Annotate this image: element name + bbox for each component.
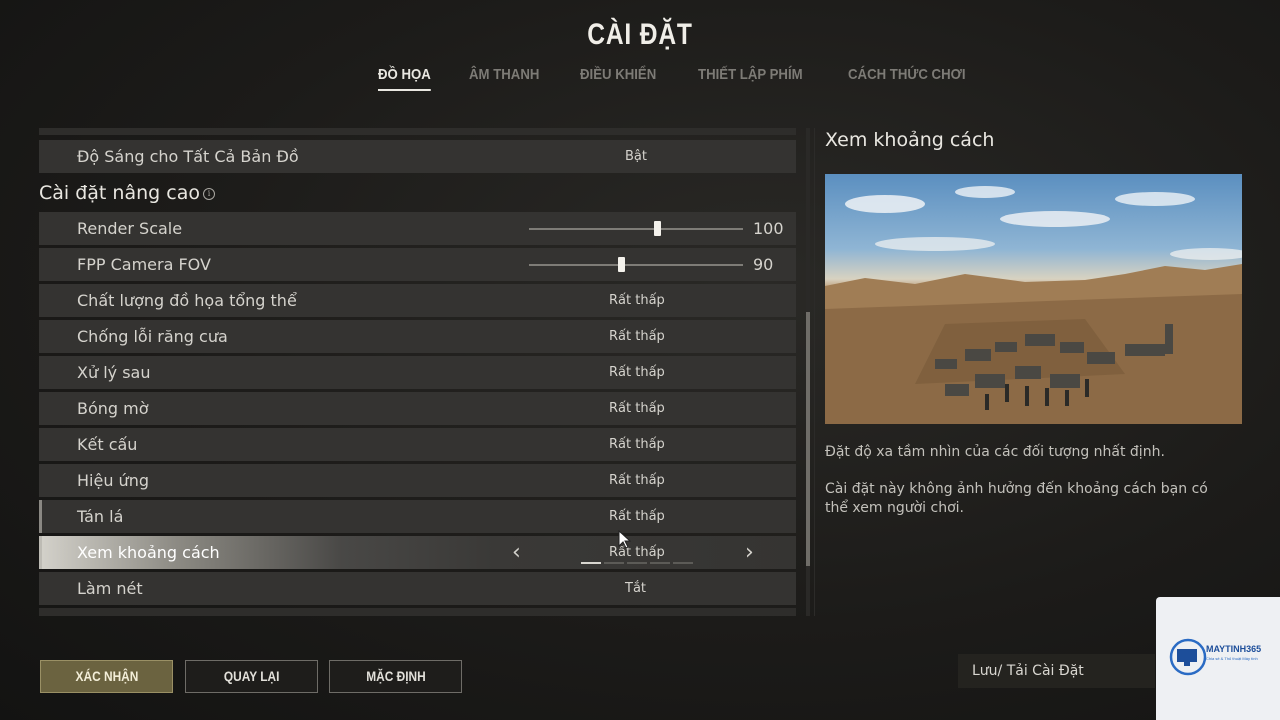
level-segment <box>650 562 670 564</box>
setting-value: Rất thấp <box>609 509 665 524</box>
settings-list: Độ Sáng cho Tất Cả Bản Đồ Bật Cài đặt nâ… <box>39 128 797 616</box>
section-heading-advanced: Cài đặt nâng cao i <box>39 182 215 204</box>
back-button[interactable]: QUAY LẠI <box>185 660 318 693</box>
setting-row-fpp-fov[interactable]: FPP Camera FOV 90 <box>39 248 796 281</box>
detail-description-2: Cài đặt này không ảnh hưởng đến khoảng c… <box>825 481 1208 516</box>
confirm-button[interactable]: XÁC NHẬN <box>40 660 173 693</box>
section-heading-label: Cài đặt nâng cao <box>39 182 200 204</box>
setting-label: Độ Sáng cho Tất Cả Bản Đồ <box>77 147 299 166</box>
settings-row-partial[interactable] <box>39 128 796 135</box>
setting-row-effects[interactable]: Hiệu ứng Rất thấp <box>39 464 796 497</box>
page-title: CÀI ĐẶT <box>587 18 693 51</box>
setting-value: Rất thấp <box>609 437 665 452</box>
tab-controls[interactable]: ĐIỀU KHIỂN <box>580 66 656 91</box>
setting-row-shadows[interactable]: Bóng mờ Rất thấp <box>39 392 796 425</box>
fpp-fov-slider-thumb[interactable] <box>618 257 626 272</box>
setting-label: Render Scale <box>77 219 183 238</box>
setting-label: Xem khoảng cách <box>77 543 220 562</box>
save-load-settings-button[interactable]: Lưu/ Tải Cài Đặt <box>958 654 1155 688</box>
settings-tabs: ĐỒ HỌA ÂM THANH ĐIỀU KHIỂN THIẾT LẬP PHÍ… <box>378 66 1012 91</box>
setting-row-view-distance[interactable]: Xem khoảng cách ‹ Rất thấp › <box>39 536 796 569</box>
tab-key-bindings[interactable]: THIẾT LẬP PHÍM <box>698 66 803 91</box>
fpp-fov-value: 90 <box>753 255 774 274</box>
setting-value: Tắt <box>625 581 647 596</box>
setting-label: Làm nét <box>77 579 143 598</box>
info-icon[interactable]: i <box>202 187 215 200</box>
save-load-label: Lưu/ Tải Cài Đặt <box>972 663 1084 679</box>
setting-value: Bật <box>625 149 647 164</box>
settings-scrollbar[interactable] <box>806 128 810 616</box>
view-distance-level-indicator <box>581 562 693 564</box>
setting-label: Chống lỗi răng cưa <box>77 327 228 346</box>
setting-row-overall-quality[interactable]: Chất lượng đồ họa tổng thể Rất thấp <box>39 284 796 317</box>
setting-label: Tán lá <box>77 507 124 526</box>
chevron-left-icon[interactable]: ‹ <box>512 540 521 565</box>
panel-divider <box>814 128 815 616</box>
setting-row-anti-aliasing[interactable]: Chống lỗi răng cưa Rất thấp <box>39 320 796 353</box>
preview-image <box>825 174 1242 424</box>
setting-label: Kết cấu <box>77 435 138 454</box>
confirm-button-label: XÁC NHẬN <box>75 668 138 684</box>
setting-row-foliage[interactable]: Tán lá Rất thấp <box>39 500 796 533</box>
mouse-cursor-icon <box>618 530 632 549</box>
fpp-fov-slider-track[interactable] <box>529 264 743 266</box>
level-segment <box>627 562 647 564</box>
watermark-brand: MAYTINH365 <box>1206 644 1262 654</box>
setting-row-brightness[interactable]: Độ Sáng cho Tất Cả Bản Đồ Bật <box>39 140 796 173</box>
level-segment <box>673 562 693 564</box>
setting-value: Rất thấp <box>609 329 665 344</box>
back-button-label: QUAY LẠI <box>223 668 280 684</box>
default-button[interactable]: MẶC ĐỊNH <box>329 660 462 693</box>
setting-label: FPP Camera FOV <box>77 255 211 274</box>
setting-label: Hiệu ứng <box>77 471 149 490</box>
desert-town-illustration <box>825 186 1242 424</box>
setting-row-render-scale[interactable]: Render Scale 100 <box>39 212 796 245</box>
setting-row-sharpen[interactable]: Làm nét Tắt <box>39 572 796 605</box>
setting-value: Rất thấp <box>609 473 665 488</box>
tab-graphics[interactable]: ĐỒ HỌA <box>378 66 431 91</box>
setting-label: Chất lượng đồ họa tổng thể <box>77 291 297 310</box>
level-segment <box>604 562 624 564</box>
settings-row-partial[interactable] <box>39 608 796 616</box>
setting-value: Rất thấp <box>609 365 665 380</box>
watermark-logo: MAYTINH365 Chia sẻ & Thủ thuật Máy tính <box>1156 597 1280 720</box>
detail-description-1: Đặt độ xa tầm nhìn của các đối tượng nhấ… <box>825 444 1165 460</box>
default-button-label: MẶC ĐỊNH <box>365 668 426 684</box>
watermark-tagline: Chia sẻ & Thủ thuật Máy tính <box>1206 656 1258 661</box>
monitor-logo-icon <box>1169 638 1207 676</box>
setting-row-textures[interactable]: Kết cấu Rất thấp <box>39 428 796 461</box>
tab-gameplay[interactable]: CÁCH THỨC CHƠI <box>848 66 966 91</box>
setting-value: Rất thấp <box>609 401 665 416</box>
render-scale-slider-thumb[interactable] <box>654 221 662 236</box>
tab-audio[interactable]: ÂM THANH <box>469 66 539 91</box>
setting-value: Rất thấp <box>609 293 665 308</box>
render-scale-value: 100 <box>753 219 784 238</box>
level-segment <box>581 562 601 564</box>
render-scale-slider-track[interactable] <box>529 228 743 230</box>
setting-label: Bóng mờ <box>77 399 149 418</box>
setting-row-post-processing[interactable]: Xử lý sau Rất thấp <box>39 356 796 389</box>
setting-label: Xử lý sau <box>77 363 151 382</box>
chevron-right-icon[interactable]: › <box>745 540 754 565</box>
scrollbar-thumb[interactable] <box>806 312 810 566</box>
detail-title: Xem khoảng cách <box>825 129 995 151</box>
